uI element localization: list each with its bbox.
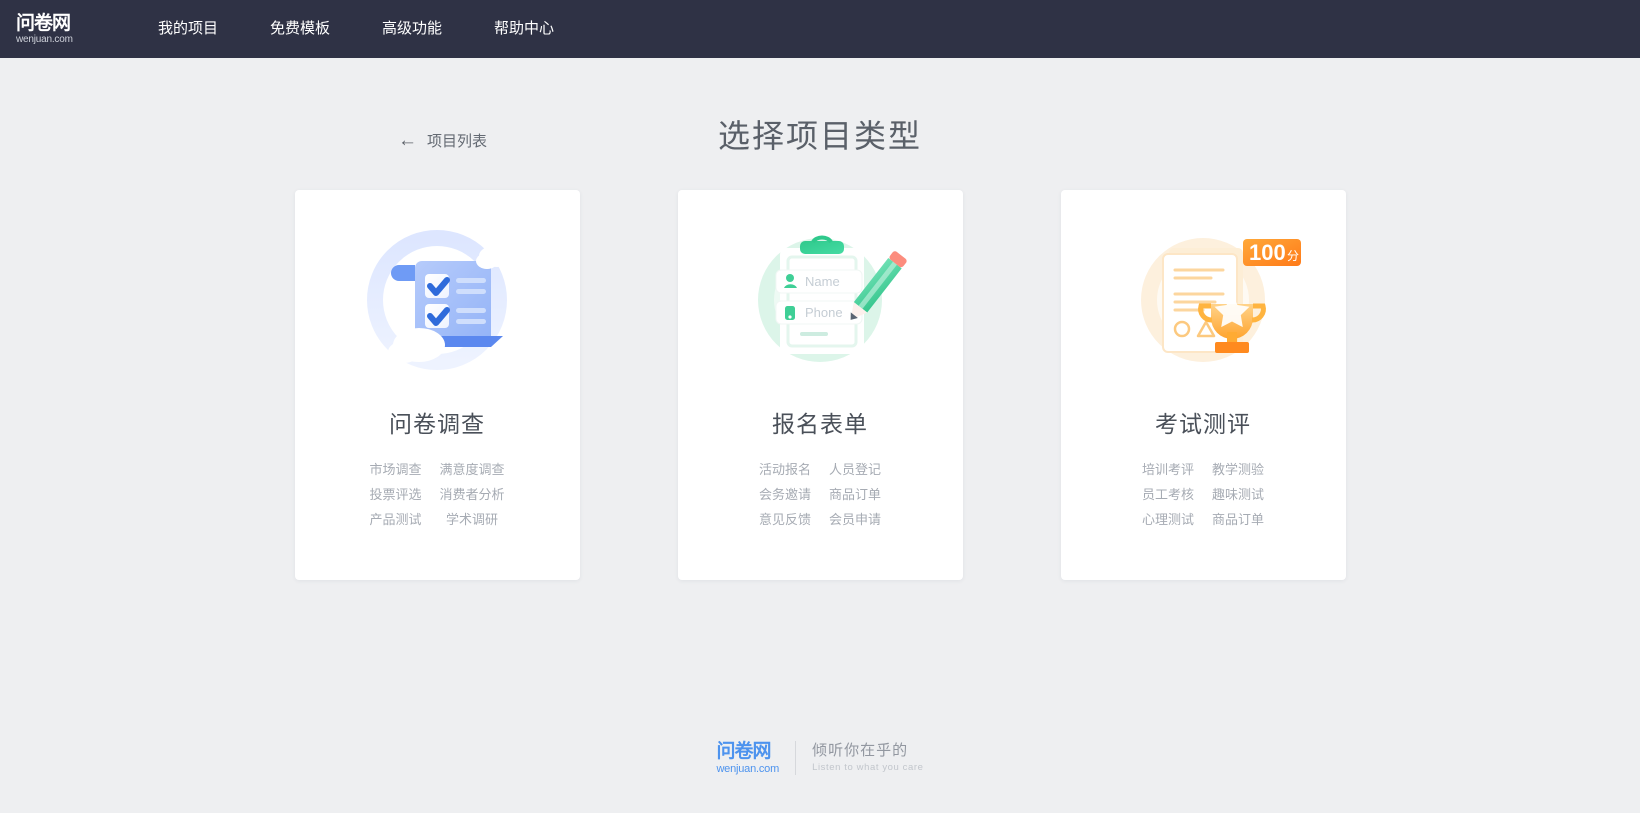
page-footer: 问卷网 wenjuan.com 倾听你在乎的 Listen to what yo… — [0, 741, 1640, 775]
page-body: ← 项目列表 选择项目类型 问卷调查 市场调查 满意度调查 投票评选 消费者分析… — [0, 58, 1640, 813]
tag-item[interactable]: 教学测验 — [1212, 459, 1264, 478]
svg-text:Phone: Phone — [805, 305, 843, 320]
tag-item[interactable]: 人员登记 — [829, 459, 881, 478]
form-clipboard-pencil-illustration: Name Phone — [720, 212, 920, 387]
svg-text:100: 100 — [1249, 240, 1286, 265]
tag-item[interactable]: 商品订单 — [829, 484, 881, 503]
project-type-card-survey[interactable]: 问卷调查 市场调查 满意度调查 投票评选 消费者分析 产品测试 学术调研 — [294, 190, 580, 580]
footer-slogan: 倾听你在乎的 Listen to what you care — [812, 743, 924, 773]
tag-item[interactable]: 产品测试 — [369, 509, 421, 528]
tag-item[interactable]: 心理测试 — [1142, 509, 1194, 528]
card-tags-exam-assessment: 培训考评 教学测验 员工考核 趣味测试 心理测试 商品订单 — [1142, 459, 1264, 528]
card-title-survey: 问卷调查 — [389, 411, 485, 437]
svg-text:Name: Name — [805, 274, 840, 289]
page-header-row: ← 项目列表 选择项目类型 — [0, 58, 1640, 178]
tag-item[interactable]: 员工考核 — [1142, 484, 1194, 503]
svg-text:分: 分 — [1287, 249, 1299, 263]
tag-item[interactable]: 意见反馈 — [759, 509, 811, 528]
card-tags-registration-form: 活动报名 人员登记 会务邀请 商品订单 意见反馈 会员申请 — [759, 459, 881, 528]
footer-logo[interactable]: 问卷网 wenjuan.com — [716, 739, 780, 775]
tag-item[interactable]: 市场调查 — [369, 459, 421, 478]
nav-item-advanced-features[interactable]: 高级功能 — [356, 0, 468, 58]
card-tags-survey: 市场调查 满意度调查 投票评选 消费者分析 产品测试 学术调研 — [369, 459, 504, 528]
brand-logo-en: wenjuan.com — [16, 33, 73, 45]
tag-item[interactable]: 商品订单 — [1212, 509, 1264, 528]
card-title-exam-assessment: 考试测评 — [1155, 411, 1251, 437]
card-title-registration-form: 报名表单 — [772, 411, 868, 437]
nav-items: 我的项目 免费模板 高级功能 帮助中心 — [132, 0, 580, 58]
tag-item[interactable]: 会员申请 — [829, 509, 881, 528]
tag-item[interactable]: 投票评选 — [369, 484, 421, 503]
nav-item-my-projects[interactable]: 我的项目 — [132, 0, 244, 58]
tag-item[interactable]: 满意度调查 — [440, 459, 505, 478]
tag-item[interactable]: 消费者分析 — [440, 484, 505, 503]
tag-item[interactable]: 学术调研 — [440, 509, 505, 528]
tag-item[interactable]: 趣味测试 — [1212, 484, 1264, 503]
project-type-card-exam-assessment[interactable]: 100 分 考试测评 培训考评 教学测验 员工考核 趣味测试 心理测试 商品订单 — [1060, 190, 1346, 580]
brand-logo-cn: 问卷网 — [16, 11, 71, 34]
footer-slogan-en: Listen to what you care — [812, 762, 924, 774]
page-title: 选择项目类型 — [717, 118, 922, 154]
project-type-card-registration-form[interactable]: Name Phone 报名表单 活动报名 人员登记 会务邀请 商品订单 意见反馈… — [677, 190, 963, 580]
nav-item-free-templates[interactable]: 免费模板 — [244, 0, 356, 58]
footer-divider — [795, 741, 797, 775]
footer-slogan-cn: 倾听你在乎的 — [812, 742, 909, 760]
footer-logo-en: wenjuan.com — [716, 762, 780, 775]
tag-item[interactable]: 活动报名 — [759, 459, 811, 478]
top-navbar: 问卷网 wenjuan.com 我的项目 免费模板 高级功能 帮助中心 — [0, 0, 1640, 58]
footer-logo-cn: 问卷网 — [716, 739, 771, 762]
tag-item[interactable]: 培训考评 — [1142, 459, 1194, 478]
checklist-clipboard-illustration — [337, 212, 537, 387]
exam-paper-trophy-illustration: 100 分 — [1103, 212, 1303, 387]
tag-item[interactable]: 会务邀请 — [759, 484, 811, 503]
project-type-card-list: 问卷调查 市场调查 满意度调查 投票评选 消费者分析 产品测试 学术调研 Nam… — [0, 190, 1640, 580]
brand-logo[interactable]: 问卷网 wenjuan.com — [16, 11, 94, 45]
nav-item-help-center[interactable]: 帮助中心 — [468, 0, 580, 58]
